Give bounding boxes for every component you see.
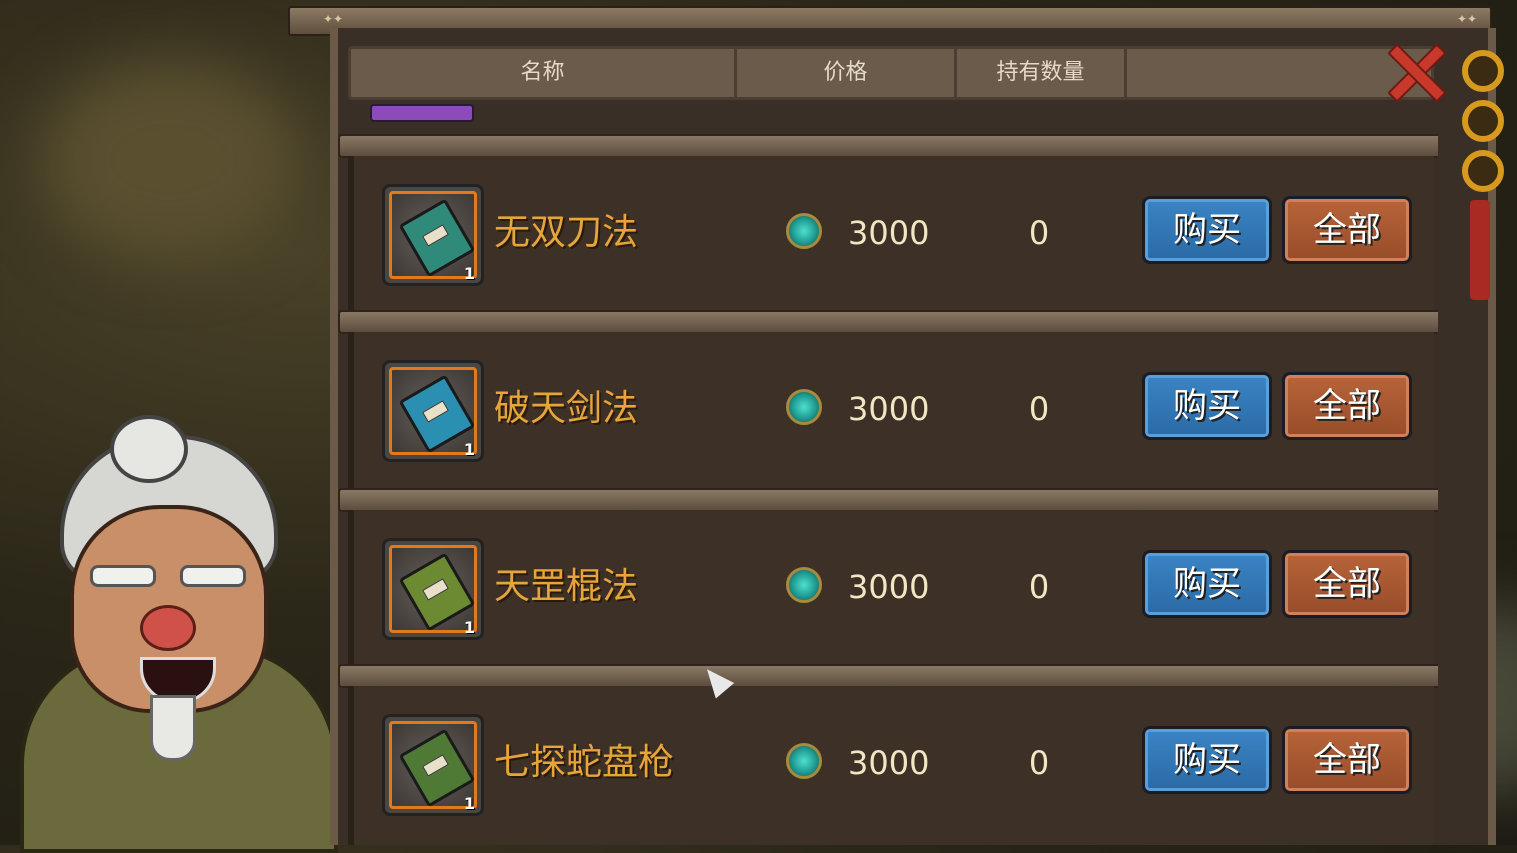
item-count: 1	[463, 440, 475, 459]
buy-all-button[interactable]: 全部	[1282, 372, 1412, 440]
partial-item-bar	[370, 104, 474, 122]
jade-coin-icon	[786, 213, 822, 249]
buy-button[interactable]: 购买	[1142, 726, 1272, 794]
list-item[interactable]: 1 破天剑法 3000 0 购买 全部	[348, 332, 1434, 502]
item-slot[interactable]: 1	[382, 538, 484, 640]
header-owned: 持有数量	[957, 49, 1127, 97]
npc-right-brow	[180, 565, 246, 587]
header-name: 名称	[351, 49, 737, 97]
item-price: 3000	[848, 390, 930, 428]
item-name: 天罡棍法	[494, 566, 639, 607]
ring-icon	[1462, 100, 1504, 142]
item-owned: 0	[1028, 214, 1050, 252]
item-name: 破天剑法	[494, 388, 639, 429]
list-item[interactable]: 1 无双刀法 3000 0 购买 全部	[348, 156, 1434, 326]
buy-all-button[interactable]: 全部	[1282, 726, 1412, 794]
buy-button[interactable]: 购买	[1142, 550, 1272, 618]
item-price: 3000	[848, 568, 930, 606]
buy-button[interactable]: 购买	[1142, 372, 1272, 440]
table-header: 名称 价格 持有数量	[348, 46, 1434, 100]
item-count: 1	[463, 794, 475, 813]
tassel-icon	[1470, 200, 1490, 300]
shelf-divider	[338, 134, 1438, 158]
item-slot[interactable]: 1	[382, 714, 484, 816]
item-owned: 0	[1028, 744, 1050, 782]
jade-coin-icon	[786, 567, 822, 603]
ring-icon	[1462, 50, 1504, 92]
list-item[interactable]: 1 天罡棍法 3000 0 购买 全部	[348, 510, 1434, 680]
shelf-divider	[338, 488, 1438, 512]
npc-left-brow	[90, 565, 156, 587]
item-name: 无双刀法	[494, 212, 639, 253]
rail-ornament-icon: ✦✦	[1456, 12, 1478, 26]
item-slot[interactable]: 1	[382, 184, 484, 286]
item-price: 3000	[848, 214, 930, 252]
background-blur	[40, 60, 300, 260]
buy-all-button[interactable]: 全部	[1282, 196, 1412, 264]
hanging-rings-ornament	[1462, 50, 1504, 200]
jade-coin-icon	[786, 389, 822, 425]
ring-icon	[1462, 150, 1504, 192]
item-price: 3000	[848, 744, 930, 782]
item-owned: 0	[1028, 568, 1050, 606]
shelf-divider	[338, 664, 1438, 688]
npc-nose	[140, 605, 196, 651]
list-item[interactable]: 1 七探蛇盘枪 3000 0 购买 全部	[348, 686, 1434, 845]
header-price: 价格	[737, 49, 957, 97]
item-count: 1	[463, 618, 475, 637]
jade-coin-icon	[786, 743, 822, 779]
close-icon[interactable]	[1382, 40, 1446, 100]
item-list[interactable]: 1 无双刀法 3000 0 购买 全部 1 破天剑法 3000 0 购买 全部 …	[338, 100, 1438, 845]
item-name: 七探蛇盘枪	[494, 742, 675, 783]
buy-all-button[interactable]: 全部	[1282, 550, 1412, 618]
shelf-divider	[338, 310, 1438, 334]
npc-beard	[150, 695, 196, 761]
item-count: 1	[463, 264, 475, 283]
buy-button[interactable]: 购买	[1142, 196, 1272, 264]
item-owned: 0	[1028, 390, 1050, 428]
shopkeeper-portrait	[0, 395, 360, 853]
npc-hair-bun	[110, 415, 188, 483]
item-slot[interactable]: 1	[382, 360, 484, 462]
rail-ornament-icon: ✦✦	[322, 12, 344, 26]
